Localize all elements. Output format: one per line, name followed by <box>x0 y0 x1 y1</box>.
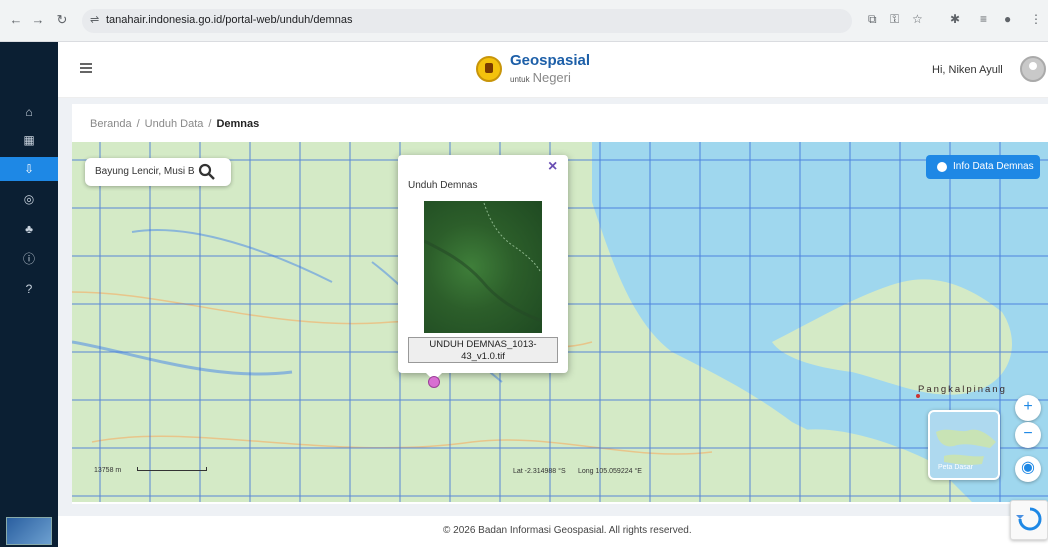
reload-icon[interactable]: ↻ <box>54 12 70 28</box>
arrow-right-icon[interactable]: → <box>30 12 46 28</box>
arrow-left-icon[interactable]: ← <box>8 12 24 28</box>
location-icon[interactable]: ◎ <box>0 187 58 211</box>
reading-list-icon[interactable]: ≡ <box>980 12 987 26</box>
brand-title: Geospasial <box>510 52 591 69</box>
dem-tile-thumbnail <box>423 201 543 333</box>
breadcrumb-home[interactable]: Beranda <box>90 118 132 130</box>
footer: © 2026 Badan Informasi Geospasial. All r… <box>58 516 1048 547</box>
popup-title: Unduh Demnas <box>408 180 478 191</box>
recaptcha-icon <box>1016 507 1042 531</box>
password-key-icon[interactable]: ⚿ <box>890 12 899 27</box>
minimap-label: Peta Dasar <box>938 464 974 471</box>
profile-icon[interactable]: ● <box>1004 12 1011 26</box>
sidebar-map-thumbnail <box>6 517 52 545</box>
basemap-switcher[interactable]: Peta Dasar <box>928 410 1000 480</box>
recaptcha-badge[interactable] <box>1010 500 1048 540</box>
sidebar: ⌂ ▦ ⇩ ◎ ♣ ⓘ ? <box>0 42 58 547</box>
home-icon[interactable]: ⌂ <box>0 100 58 124</box>
info-icon[interactable]: ⓘ <box>0 247 58 271</box>
menu-toggle-icon[interactable] <box>80 63 92 75</box>
install-app-icon[interactable]: ⧉ <box>868 12 877 27</box>
kebab-menu-icon[interactable]: ⋮ <box>1030 12 1042 26</box>
help-icon[interactable]: ? <box>0 277 58 301</box>
download-popup: × Unduh Demnas UNDUH DEMNAS_1013- 43_v1.… <box>398 155 568 381</box>
download-file-button[interactable]: UNDUH DEMNAS_1013- 43_v1.0.tif <box>408 337 558 363</box>
latitude-readout: Lat -2.314988 °S <box>513 468 566 475</box>
grid-icon[interactable]: ▦ <box>0 128 58 152</box>
brand-subtitle: untuk Negeri <box>510 70 571 85</box>
map-scale-label: 13758 m <box>94 467 122 474</box>
download-icon[interactable]: ⇩ <box>0 157 58 181</box>
info-data-label: Info Data Demnas <box>953 161 1034 172</box>
extensions-icon[interactable]: ✱ <box>950 12 960 26</box>
zoom-out-button[interactable]: − <box>1015 422 1041 448</box>
zoom-in-button[interactable]: + <box>1015 395 1041 421</box>
avatar[interactable] <box>1020 56 1046 82</box>
info-data-button[interactable]: Info Data Demnas <box>926 155 1040 179</box>
info-circle-icon <box>937 162 947 172</box>
address-bar[interactable]: ⇌ tanahair.indonesia.go.id/portal-web/un… <box>82 9 852 33</box>
site-info-icon[interactable]: ⇌ <box>90 13 99 26</box>
bookmark-star-icon[interactable]: ☆ <box>912 12 923 26</box>
map-marker[interactable] <box>428 376 440 388</box>
network-icon[interactable]: ♣ <box>0 217 58 241</box>
browser-toolbar: ← → ↻ ⇌ tanahair.indonesia.go.id/portal-… <box>0 0 1048 42</box>
map-search-box[interactable]: Bayung Lencir, Musi Ba <box>85 158 231 186</box>
breadcrumb: Beranda / Unduh Data / Demnas <box>90 118 260 130</box>
breadcrumb-current: Demnas <box>216 118 260 130</box>
user-greeting: Hi, Niken Ayull <box>932 64 1003 76</box>
map-scale-bar <box>137 467 207 471</box>
longitude-readout: Long 105.059224 °E <box>578 468 642 475</box>
url-text: tanahair.indonesia.go.id/portal-web/undu… <box>106 14 353 26</box>
city-label: Pangkalpinang <box>918 384 1007 395</box>
locate-icon[interactable]: ◉ <box>1015 456 1041 482</box>
search-icon[interactable] <box>198 163 216 181</box>
copyright-text: © 2026 Badan Informasi Geospasial. All r… <box>443 525 692 536</box>
close-icon[interactable]: × <box>548 158 557 176</box>
garuda-logo-icon <box>476 56 502 82</box>
search-input[interactable]: Bayung Lencir, Musi Ba <box>95 166 195 177</box>
header: Geospasial untuk Negeri Hi, Niken Ayull <box>58 42 1048 98</box>
breadcrumb-section[interactable]: Unduh Data <box>145 118 204 130</box>
